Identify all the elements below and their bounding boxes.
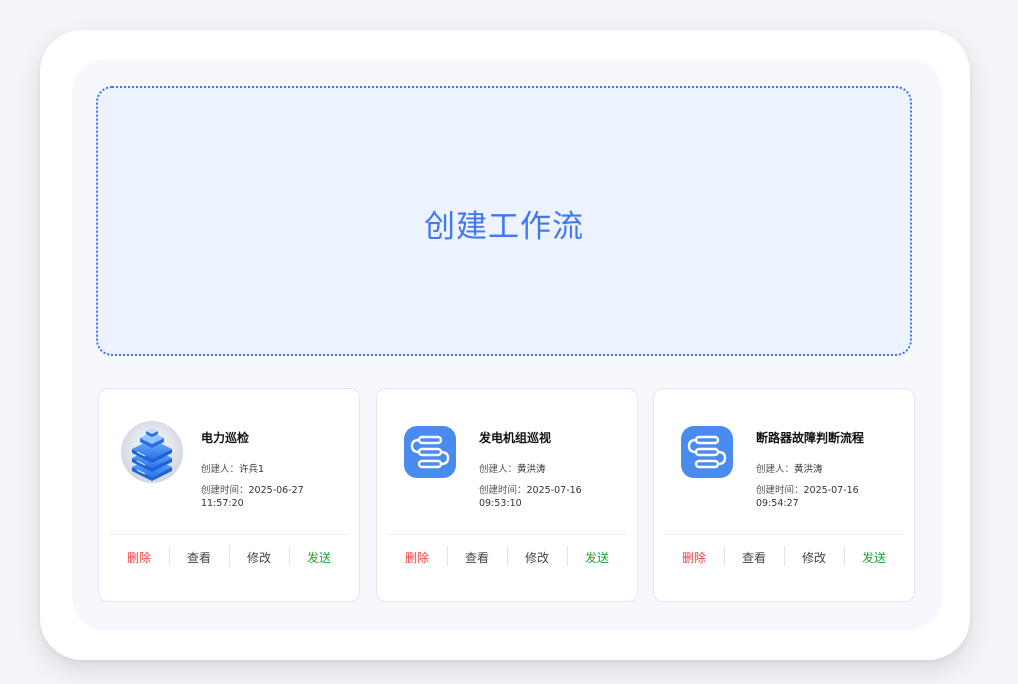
workflow-card-actions: 删除 查看 修改 发送 — [109, 535, 349, 579]
created-clock-value: 11:57:20 — [201, 498, 244, 509]
created-date-value: 2025-07-16 — [803, 485, 859, 496]
creator-value: 许兵1 — [239, 464, 265, 475]
workflow-card-creator: 创建人：黄洪涛 — [756, 463, 906, 476]
create-workflow-button[interactable]: 创建工作流 — [96, 86, 912, 356]
workflow-card-info: 发电机组巡视 创建人：黄洪涛 创建时间：2025-07-16 09:53:10 — [479, 431, 629, 510]
workflow-icon — [404, 426, 456, 478]
edit-button[interactable]: 修改 — [229, 545, 289, 566]
workflow-icon — [681, 426, 733, 478]
workflow-card-creator: 创建人：黄洪涛 — [479, 463, 629, 476]
workflow-card-created-time: 创建时间：2025-06-27 11:57:20 — [201, 484, 351, 510]
creator-label: 创建人： — [756, 464, 795, 475]
delete-button[interactable]: 删除 — [387, 549, 447, 566]
created-time-label: 创建时间： — [479, 485, 527, 496]
edit-button[interactable]: 修改 — [784, 545, 844, 566]
creator-value: 黄洪涛 — [517, 464, 546, 475]
workflow-card-created-time: 创建时间：2025-07-16 09:53:10 — [479, 484, 629, 510]
workflow-card-title: 断路器故障判断流程 — [756, 431, 865, 445]
workflow-card-info: 电力巡检 创建人：许兵1 创建时间：2025-06-27 11:57:20 — [201, 431, 351, 510]
workflow-card-list: 电力巡检 创建人：许兵1 创建时间：2025-06-27 11:57:20 删除… — [98, 388, 915, 602]
send-button[interactable]: 发送 — [844, 545, 904, 566]
delete-button[interactable]: 删除 — [109, 549, 169, 566]
view-button[interactable]: 查看 — [724, 545, 784, 566]
workflow-card-info: 断路器故障判断流程 创建人：黄洪涛 创建时间：2025-07-16 09:54:… — [756, 431, 906, 510]
workflow-panel: 创建工作流 电力巡检 创建人：许兵1 创建时间：2025-06-27 11:57… — [40, 30, 970, 660]
workflow-card-body[interactable]: 断路器故障判断流程 创建人：黄洪涛 创建时间：2025-07-16 09:54:… — [654, 389, 914, 534]
workflow-card-title: 发电机组巡视 — [479, 431, 552, 445]
workflow-card[interactable]: 电力巡检 创建人：许兵1 创建时间：2025-06-27 11:57:20 删除… — [98, 388, 360, 602]
workflow-card-body[interactable]: 发电机组巡视 创建人：黄洪涛 创建时间：2025-07-16 09:53:10 — [377, 389, 637, 534]
workflow-card-title: 电力巡检 — [201, 431, 250, 445]
workflow-card[interactable]: 断路器故障判断流程 创建人：黄洪涛 创建时间：2025-07-16 09:54:… — [653, 388, 915, 602]
delete-button[interactable]: 删除 — [664, 549, 724, 566]
send-button[interactable]: 发送 — [289, 545, 349, 566]
creator-label: 创建人： — [201, 464, 240, 475]
workflow-card-creator: 创建人：许兵1 — [201, 463, 351, 476]
workflow-card-actions: 删除 查看 修改 发送 — [387, 535, 627, 579]
server-stack-icon — [121, 421, 183, 483]
created-time-label: 创建时间： — [756, 485, 804, 496]
send-button[interactable]: 发送 — [567, 545, 627, 566]
created-clock-value: 09:53:10 — [479, 498, 522, 509]
creator-label: 创建人： — [479, 464, 518, 475]
workflow-panel-inner: 创建工作流 电力巡检 创建人：许兵1 创建时间：2025-06-27 11:57… — [72, 60, 942, 630]
view-button[interactable]: 查看 — [169, 545, 229, 566]
created-date-value: 2025-07-16 — [526, 485, 582, 496]
workflow-card[interactable]: 发电机组巡视 创建人：黄洪涛 创建时间：2025-07-16 09:53:10 … — [376, 388, 638, 602]
workflow-card-actions: 删除 查看 修改 发送 — [664, 535, 904, 579]
edit-button[interactable]: 修改 — [507, 545, 567, 566]
view-button[interactable]: 查看 — [447, 545, 507, 566]
created-date-value: 2025-06-27 — [248, 485, 304, 496]
created-time-label: 创建时间： — [201, 485, 249, 496]
creator-value: 黄洪涛 — [794, 464, 823, 475]
workflow-card-created-time: 创建时间：2025-07-16 09:54:27 — [756, 484, 906, 510]
create-workflow-label: 创建工作流 — [424, 208, 584, 245]
workflow-card-body[interactable]: 电力巡检 创建人：许兵1 创建时间：2025-06-27 11:57:20 — [99, 389, 359, 534]
created-clock-value: 09:54:27 — [756, 498, 799, 509]
